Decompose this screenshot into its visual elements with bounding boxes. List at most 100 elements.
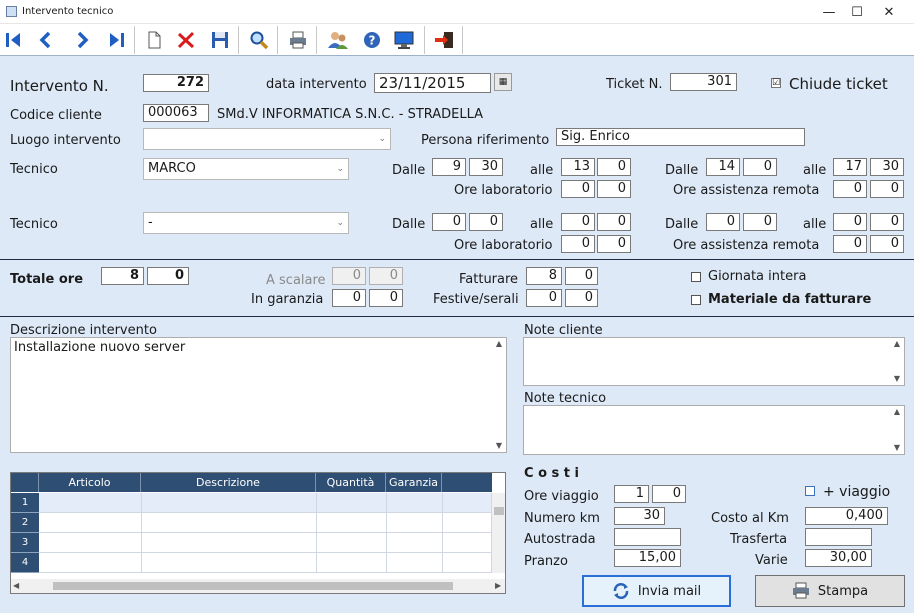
tecnico-2-dalle-1-minutes[interactable]: 0 [469, 213, 503, 231]
ore-viaggio-hours[interactable]: 1 [614, 485, 649, 503]
invia-mail-button[interactable]: Invia mail [582, 575, 731, 607]
maximize-icon[interactable]: ☐ [842, 2, 872, 22]
ticket-number-field[interactable]: 301 [670, 73, 737, 91]
tecnico-2-ore-laboratorio-label: Ore laboratorio [454, 238, 553, 253]
table-row[interactable] [39, 553, 492, 573]
tecnico-2-lab-hours[interactable]: 0 [561, 235, 595, 253]
ore-viaggio-minutes[interactable]: 0 [652, 485, 686, 503]
tecnico-2-lab-minutes[interactable]: 0 [597, 235, 631, 253]
grid-header-descrizione[interactable]: Descrizione [141, 473, 316, 492]
grid-header-quantita[interactable]: Quantità [316, 473, 386, 492]
grid-vertical-scrollbar[interactable] [492, 493, 505, 573]
tecnico-1-dalle-1-hours[interactable]: 9 [432, 158, 466, 176]
trasferta-field[interactable] [805, 528, 872, 546]
table-row[interactable] [39, 533, 492, 553]
title-bar: Intervento tecnico — ☐ ✕ [0, 0, 914, 24]
tecnico-2-select[interactable]: - ⌄ [143, 212, 349, 234]
calendar-icon[interactable]: ▦ [494, 73, 512, 91]
tecnico-1-alle-1-minutes[interactable]: 0 [597, 158, 631, 176]
note-cliente-textarea[interactable]: ▲ ▼ [523, 337, 905, 386]
descrizione-textarea[interactable]: Installazione nuovo server ▲ ▼ [10, 337, 507, 453]
varie-field[interactable]: 30,00 [805, 549, 872, 567]
note-tecnico-scrollbar[interactable]: ▲ ▼ [890, 406, 904, 454]
numero-km-field[interactable]: 30 [614, 507, 665, 525]
tecnico-1-dalle-2-minutes[interactable]: 0 [743, 158, 777, 176]
tecnico-2-alle-1-hours[interactable]: 0 [561, 213, 595, 231]
in-garanzia-hours[interactable]: 0 [332, 289, 366, 307]
tecnico-1-lab-hours[interactable]: 0 [561, 180, 595, 198]
pranzo-label: Pranzo [524, 554, 568, 569]
festive-serali-hours[interactable]: 0 [526, 289, 562, 307]
festive-serali-minutes[interactable]: 0 [565, 289, 598, 307]
exit-icon[interactable] [430, 26, 458, 54]
articoli-grid[interactable]: Articolo Descrizione Quantità Garanzia 1… [10, 472, 506, 594]
grid-horizontal-scrollbar[interactable]: ◀ ▶ [11, 579, 505, 593]
tecnico-1-alle-2-hours[interactable]: 17 [833, 158, 867, 176]
descrizione-scrollbar[interactable]: ▲ ▼ [492, 338, 506, 452]
grid-header-articolo[interactable]: Articolo [39, 473, 141, 492]
tecnico-2-dalle-1-hours[interactable]: 0 [432, 213, 466, 231]
tecnico-2-remota-hours[interactable]: 0 [833, 235, 867, 253]
totale-ore-minutes[interactable]: 0 [147, 267, 189, 285]
last-record-icon[interactable] [102, 26, 130, 54]
prev-record-icon[interactable] [32, 26, 60, 54]
grid-header-garanzia[interactable]: Garanzia [386, 473, 442, 492]
luogo-intervento-select[interactable]: ⌄ [143, 128, 391, 150]
minimize-icon[interactable]: — [814, 2, 844, 22]
costo-km-field[interactable]: 0,400 [805, 507, 888, 525]
table-row[interactable] [39, 493, 492, 513]
codice-cliente-field[interactable]: 000063 [143, 104, 209, 122]
print-icon[interactable] [284, 26, 312, 54]
chiude-ticket-checkbox[interactable]: ☑ [771, 78, 781, 88]
data-intervento-field[interactable]: 23/11/2015 [374, 73, 491, 93]
tecnico-1-alle-2-minutes[interactable]: 30 [870, 158, 904, 176]
tecnico-2-dalle-2-hours[interactable]: 0 [706, 213, 740, 231]
tecnico-2-alle-1-minutes[interactable]: 0 [597, 213, 631, 231]
next-record-icon[interactable] [68, 26, 96, 54]
note-tecnico-textarea[interactable]: ▲ ▼ [523, 405, 905, 455]
intervento-number-field[interactable]: 272 [143, 74, 209, 92]
new-document-icon[interactable] [140, 26, 168, 54]
search-icon[interactable] [245, 26, 273, 54]
chevron-down-icon: ⌄ [336, 218, 344, 228]
close-icon[interactable]: ✕ [874, 2, 904, 22]
save-icon[interactable] [206, 26, 234, 54]
tecnico-2-alle-2-hours[interactable]: 0 [833, 213, 867, 231]
delete-icon[interactable] [172, 26, 200, 54]
tecnico-2-dalle-1-label: Dalle [392, 217, 426, 232]
users-icon[interactable] [324, 26, 352, 54]
giornata-intera-checkbox[interactable] [691, 272, 701, 282]
persona-riferimento-field[interactable]: Sig. Enrico [556, 128, 805, 146]
tecnico-2-dalle-2-minutes[interactable]: 0 [743, 213, 777, 231]
chiude-ticket-label: Chiude ticket [789, 75, 888, 93]
materiale-fatturare-label: Materiale da fatturare [708, 292, 872, 307]
piu-viaggio-checkbox[interactable] [805, 486, 815, 496]
materiale-fatturare-checkbox[interactable] [691, 295, 701, 305]
tecnico-2-alle-2-minutes[interactable]: 0 [870, 213, 904, 231]
pranzo-field[interactable]: 15,00 [614, 549, 681, 567]
grid-row-number: 4 [11, 553, 39, 573]
tecnico-1-remota-hours[interactable]: 0 [833, 180, 867, 198]
stampa-button[interactable]: Stampa [755, 575, 905, 607]
window-title: Intervento tecnico [22, 6, 114, 17]
in-garanzia-minutes[interactable]: 0 [369, 289, 403, 307]
fatturare-hours[interactable]: 8 [526, 267, 562, 285]
totale-ore-hours[interactable]: 8 [101, 267, 144, 285]
descrizione-label: Descrizione intervento [10, 323, 157, 338]
tecnico-1-dalle-1-minutes[interactable]: 30 [469, 158, 503, 176]
fatturare-minutes[interactable]: 0 [565, 267, 598, 285]
tecnico-1-remota-minutes[interactable]: 0 [870, 180, 904, 198]
tecnico-1-alle-1-hours[interactable]: 13 [561, 158, 595, 176]
help-icon[interactable]: ? [358, 26, 386, 54]
tecnico-1-dalle-2-label: Dalle [665, 163, 699, 178]
autostrada-field[interactable] [614, 528, 681, 546]
note-cliente-scrollbar[interactable]: ▲ ▼ [890, 338, 904, 385]
first-record-icon[interactable] [0, 26, 28, 54]
tecnico-1-lab-minutes[interactable]: 0 [597, 180, 631, 198]
grid-row-number: 1 [11, 493, 39, 513]
tecnico-2-remota-minutes[interactable]: 0 [870, 235, 904, 253]
monitor-icon[interactable] [390, 26, 418, 54]
table-row[interactable] [39, 513, 492, 533]
tecnico-1-dalle-2-hours[interactable]: 14 [706, 158, 740, 176]
tecnico-1-select[interactable]: MARCO ⌄ [143, 158, 349, 180]
